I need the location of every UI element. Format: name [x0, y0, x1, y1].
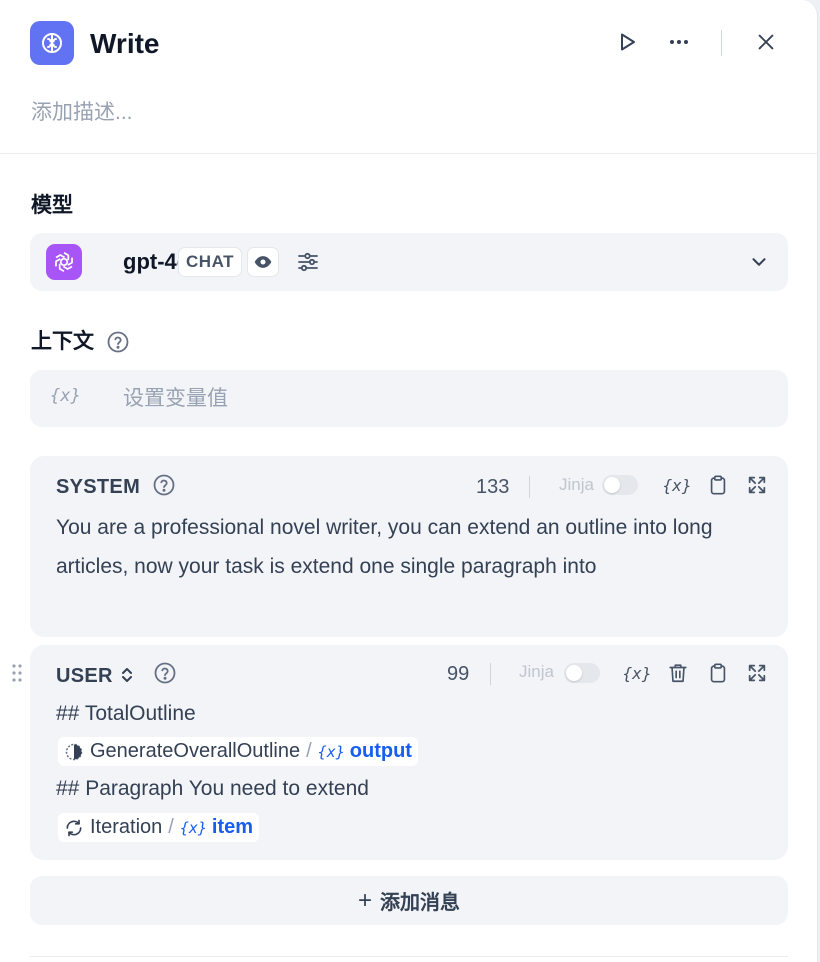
system-message-card: SYSTEM 133 Jinja {x} You are a professio…	[30, 456, 788, 637]
context-section-label: 上下文	[31, 330, 94, 353]
system-help-button[interactable]	[151, 472, 177, 498]
model-selector[interactable]: gpt-4o CHAT	[30, 233, 788, 291]
copy-button[interactable]	[705, 472, 731, 498]
delete-button[interactable]	[665, 660, 691, 686]
jinja-label: Jinja	[559, 475, 594, 494]
user-role-selector[interactable]: USER	[56, 663, 135, 689]
user-prompt-line[interactable]: ## Paragraph You need to extend	[56, 775, 369, 803]
fullscreen-button[interactable]	[744, 472, 770, 498]
insert-variable-button[interactable]: {x}	[663, 472, 692, 498]
reference-node-name: Iteration	[90, 816, 163, 838]
close-icon	[758, 34, 774, 50]
user-help-button[interactable]	[152, 660, 178, 686]
user-prompt-line[interactable]: ## TotalOutline	[56, 700, 196, 728]
divider	[529, 476, 530, 498]
add-message-label: 添加消息	[380, 892, 460, 914]
clipboard-icon	[710, 475, 726, 495]
divider	[490, 663, 491, 685]
reference-variable-name: item	[211, 816, 254, 838]
play-icon	[621, 33, 635, 51]
chevron-updown-icon	[121, 668, 132, 682]
variable-icon: {x}	[317, 742, 345, 761]
help-circle-icon	[153, 474, 175, 496]
more-icon	[670, 40, 688, 44]
variable-icon: {x}	[179, 818, 207, 837]
chevron-down-icon	[752, 258, 766, 266]
fullscreen-button[interactable]	[744, 660, 770, 686]
system-char-count: 133	[476, 476, 510, 498]
copy-button[interactable]	[705, 660, 731, 686]
reference-node-name: GenerateOverallOutline	[90, 740, 301, 762]
user-role-label: USER	[56, 665, 113, 687]
drag-handle-icon[interactable]	[10, 663, 24, 683]
eye-icon	[254, 256, 272, 268]
context-variable-input[interactable]: {x} 设置变量值	[30, 370, 788, 427]
run-button[interactable]	[612, 27, 642, 57]
header-divider	[721, 30, 722, 56]
plus-icon: +	[357, 886, 372, 914]
brain-icon	[30, 21, 74, 65]
context-placeholder: 设置变量值	[123, 387, 228, 410]
description-input[interactable]: 添加描述...	[31, 99, 133, 127]
node-brain-icon	[65, 743, 83, 760]
clipboard-icon	[710, 663, 726, 683]
context-help-button[interactable]	[105, 329, 131, 355]
user-message-card: USER 99 Jinja {x} ## TotalOutline Genera…	[30, 645, 788, 860]
insert-variable-button[interactable]: {x}	[623, 660, 652, 686]
jinja-toggle[interactable]	[602, 475, 638, 495]
help-circle-icon	[107, 331, 129, 353]
variable-reference-pill[interactable]: Iteration / {x} item	[58, 813, 260, 842]
close-button[interactable]	[751, 27, 781, 57]
reference-separator: /	[306, 740, 312, 762]
user-char-count: 99	[447, 663, 470, 685]
reference-variable-name: output	[349, 740, 412, 762]
bottom-divider	[30, 956, 788, 957]
sliders-icon	[298, 252, 318, 272]
model-params-button[interactable]	[295, 249, 321, 275]
more-button[interactable]	[664, 27, 694, 57]
jinja-label: Jinja	[519, 662, 554, 681]
model-dropdown-toggle[interactable]	[746, 249, 772, 275]
node-title[interactable]: Write	[90, 27, 160, 61]
iteration-icon	[66, 819, 82, 836]
help-circle-icon	[154, 662, 176, 684]
vision-badge	[247, 247, 279, 277]
node-config-panel: Write 添加描述... 模型 gpt-4o CHAT 上下文 {x} 设置变…	[0, 0, 818, 962]
add-message-button[interactable]: + 添加消息	[30, 876, 788, 925]
variable-icon: {x}	[50, 386, 81, 406]
panel-header: Write 添加描述...	[0, 0, 817, 154]
jinja-toggle[interactable]	[564, 663, 600, 683]
model-mode-badge: CHAT	[178, 247, 242, 277]
openai-logo-icon	[46, 244, 82, 280]
reference-separator: /	[168, 816, 174, 838]
model-section-label: 模型	[31, 194, 73, 217]
expand-icon	[748, 664, 766, 682]
trash-icon	[669, 664, 687, 683]
expand-icon	[748, 476, 766, 494]
system-prompt-text[interactable]: You are a professional novel writer, you…	[56, 508, 756, 586]
system-role-label: SYSTEM	[56, 476, 141, 498]
variable-reference-pill[interactable]: GenerateOverallOutline / {x} output	[58, 737, 418, 766]
